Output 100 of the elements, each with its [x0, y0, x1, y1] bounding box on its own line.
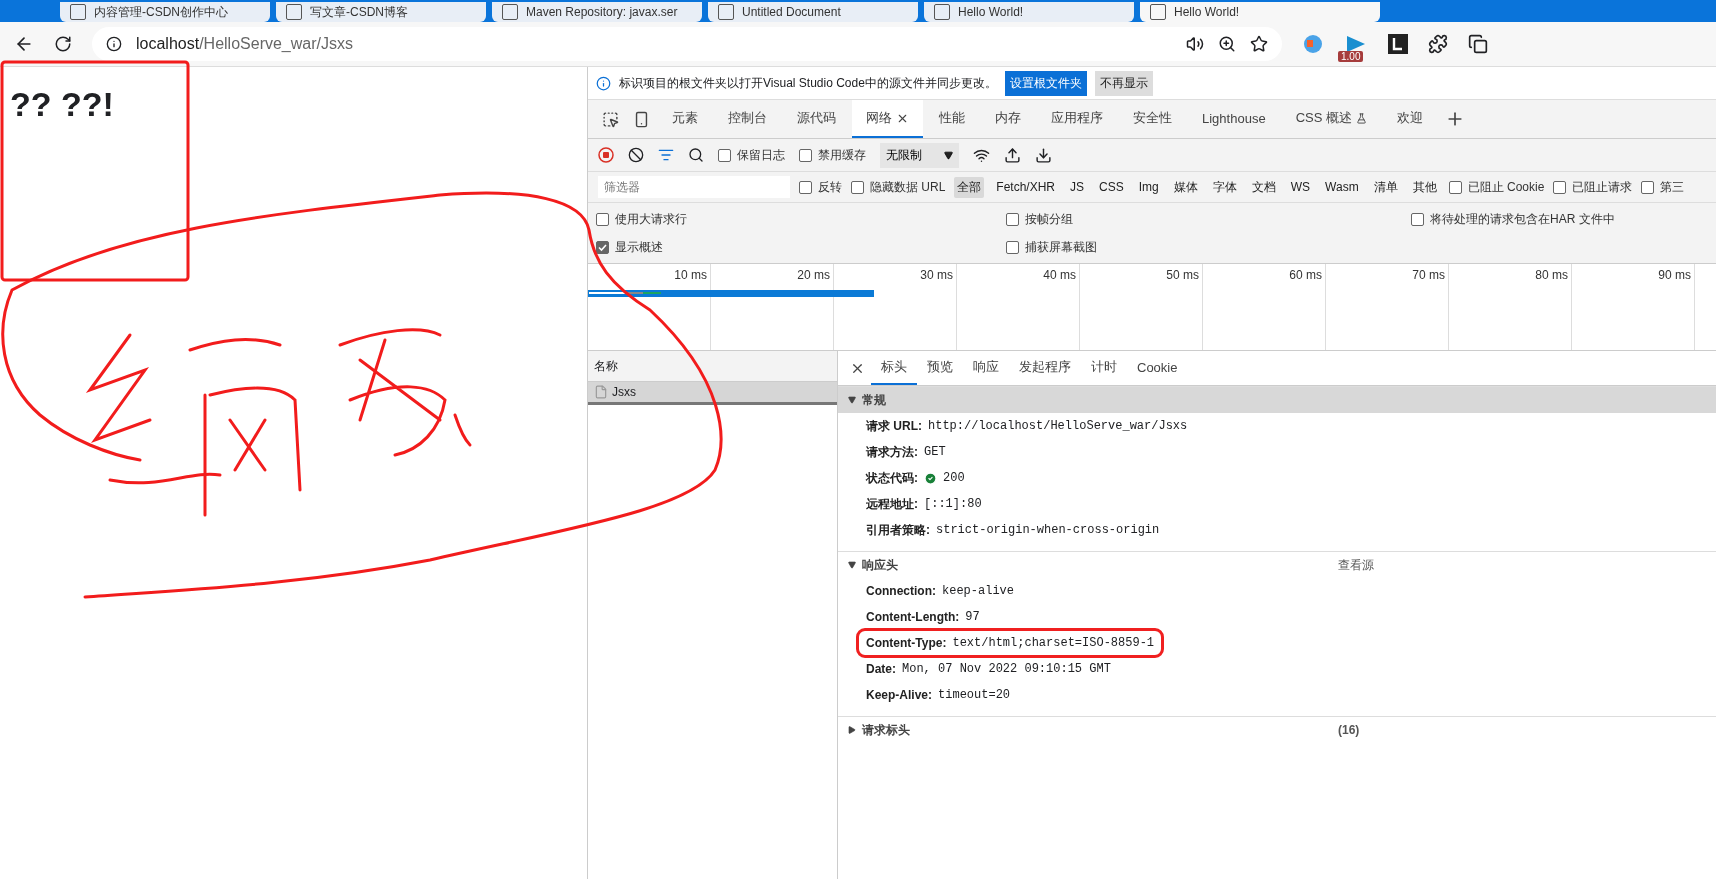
type-filter[interactable]: Wasm: [1322, 178, 1362, 196]
export-icon[interactable]: [1035, 146, 1052, 164]
browser-tab[interactable]: Hello World!: [924, 2, 1134, 22]
request-row[interactable]: Jsxs: [588, 382, 837, 405]
url-text: localhost/HelloServe_war/Jsxs: [136, 35, 354, 53]
time-tick: 20 ms: [797, 268, 830, 282]
extension-badge: 1.00: [1338, 51, 1364, 62]
details-tab[interactable]: 响应: [963, 351, 1009, 385]
header-key: Content-Type:: [866, 636, 947, 650]
request-name: Jsxs: [612, 385, 636, 399]
checkbox[interactable]: [1553, 180, 1567, 194]
browser-tab[interactable]: Hello World!: [1140, 2, 1380, 22]
zoom-icon[interactable]: [1218, 35, 1236, 53]
checkbox[interactable]: [1006, 240, 1019, 254]
page-icon: [718, 4, 734, 20]
read-aloud-icon[interactable]: [1186, 35, 1204, 53]
checkbox[interactable]: [1448, 180, 1462, 194]
devtools-tab[interactable]: 性能: [925, 100, 979, 138]
type-filter[interactable]: 清单: [1370, 176, 1401, 198]
checkbox-label: 禁用缓存: [818, 146, 866, 164]
header-key: Keep-Alive:: [866, 688, 933, 702]
section-title: 响应头: [862, 556, 899, 574]
throttle-dropdown[interactable]: 无限制: [880, 142, 959, 168]
devtools-tab[interactable]: 控制台: [714, 100, 781, 138]
checkbox[interactable]: [596, 212, 609, 226]
checkbox[interactable]: [1006, 212, 1019, 226]
collections-icon[interactable]: [1468, 34, 1488, 54]
type-filter[interactable]: 字体: [1209, 176, 1240, 198]
header-value: strict-origin-when-cross-origin: [936, 523, 1160, 537]
devtools-tab[interactable]: 应用程序: [1037, 100, 1117, 138]
header-value: timeout=20: [938, 688, 1011, 702]
type-filter[interactable]: JS: [1067, 178, 1088, 196]
reload-icon[interactable]: [54, 35, 72, 53]
file-icon: [594, 385, 608, 399]
details-tab[interactable]: 计时: [1081, 351, 1127, 385]
devtools-tab[interactable]: 安全性: [1119, 100, 1186, 138]
devtools-tab[interactable]: 网络: [852, 100, 923, 138]
checkbox[interactable]: [799, 180, 812, 194]
view-source-link[interactable]: 查看源: [1338, 556, 1374, 574]
dolphin-icon[interactable]: [1302, 33, 1324, 55]
details-tab[interactable]: 预览: [917, 351, 963, 385]
header-value: keep-alive: [942, 584, 1014, 598]
details-tab[interactable]: Cookie: [1127, 351, 1188, 385]
type-filter[interactable]: 文档: [1248, 176, 1279, 198]
header-value: 200: [943, 471, 965, 485]
header-key: Connection:: [866, 584, 936, 598]
checkbox[interactable]: [718, 148, 731, 162]
header-value: 97: [965, 610, 980, 624]
import-icon[interactable]: [1004, 146, 1021, 164]
checkbox-label: 将待处理的请求包含在HAR 文件中: [1430, 210, 1615, 228]
checkbox[interactable]: [851, 180, 864, 194]
page-icon: [502, 4, 518, 20]
browser-tab[interactable]: 写文章-CSDN博客: [276, 2, 486, 22]
devtools-tab[interactable]: Lighthouse: [1188, 100, 1280, 138]
search-icon[interactable]: [688, 147, 704, 163]
time-tick: 60 ms: [1289, 268, 1322, 282]
filter-icon[interactable]: [658, 147, 674, 163]
devtools-tab[interactable]: 欢迎: [1382, 100, 1437, 138]
browser-tab[interactable]: Maven Repository: javax.ser: [492, 2, 702, 22]
browser-tab[interactable]: Untitled Document: [708, 2, 918, 22]
page-icon: [1150, 4, 1166, 20]
checkbox-label: 反转: [818, 178, 842, 196]
page-icon: [286, 4, 302, 20]
type-filter[interactable]: 全部: [954, 176, 985, 198]
type-filter[interactable]: 其他: [1409, 176, 1440, 198]
header-key: 状态代码:: [866, 469, 918, 487]
checkbox-label: 使用大请求行: [615, 210, 687, 228]
devtools-tab[interactable]: CSS 概述: [1281, 100, 1381, 138]
extension-icon[interactable]: [1388, 34, 1408, 54]
infobar-button[interactable]: 设置根文件夹: [1004, 70, 1087, 96]
type-filter[interactable]: WS: [1287, 178, 1314, 196]
info-icon[interactable]: [106, 36, 122, 52]
type-filter[interactable]: 媒体: [1170, 176, 1201, 198]
infobar-button[interactable]: 不再显示: [1094, 70, 1153, 96]
checkbox[interactable]: [1411, 212, 1424, 226]
checkbox[interactable]: [596, 240, 609, 254]
checkbox[interactable]: [1641, 180, 1655, 194]
extensions-icon[interactable]: [1428, 34, 1448, 54]
checkbox-label: 捕获屏幕截图: [1025, 238, 1097, 256]
devtools-tab[interactable]: 内存: [981, 100, 1035, 138]
page-icon: [934, 4, 950, 20]
clear-icon[interactable]: [628, 147, 644, 163]
devtools-tab[interactable]: 元素: [658, 100, 712, 138]
favorite-star-icon[interactable]: [1250, 35, 1268, 53]
checkbox[interactable]: [799, 148, 812, 162]
type-filter[interactable]: CSS: [1096, 178, 1127, 196]
address-bar[interactable]: localhost/HelloServe_war/Jsxs: [92, 27, 1282, 61]
devtools-tab[interactable]: 源代码: [783, 100, 850, 138]
details-tab[interactable]: 发起程序: [1009, 351, 1081, 385]
header-value: Mon, 07 Nov 2022 09:10:15 GMT: [902, 662, 1111, 676]
checkbox-label: 已阻止请求: [1572, 178, 1633, 196]
section-header[interactable]: 常规: [838, 386, 1716, 413]
filter-input[interactable]: 筛选器: [598, 176, 790, 198]
caret-icon: [944, 150, 953, 160]
record-icon[interactable]: [598, 147, 614, 163]
time-tick: 70 ms: [1412, 268, 1445, 282]
browser-tab[interactable]: 内容管理-CSDN创作中心: [60, 2, 270, 22]
flask-icon: [1355, 112, 1367, 124]
type-filter[interactable]: Img: [1135, 178, 1162, 196]
type-filter[interactable]: Fetch/XHR: [993, 178, 1059, 196]
